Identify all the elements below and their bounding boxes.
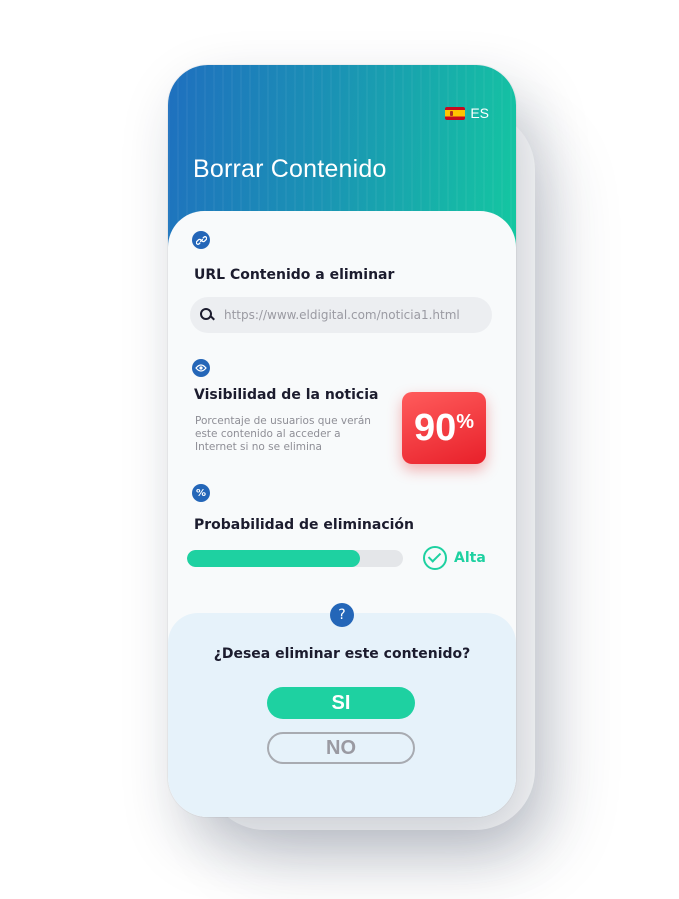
probability-progress-bar — [187, 550, 403, 567]
probability-section-label: Probabilidad de eliminación — [194, 517, 415, 533]
page-title: Borrar Contenido — [193, 155, 387, 183]
phone-frame: ES Borrar Contenido URL Contenido a elim… — [168, 65, 516, 817]
visibility-section-label: Visibilidad de la noticia — [194, 387, 379, 403]
question-icon: ? — [330, 603, 354, 627]
visibility-description: Porcentaje de usuarios que verán este co… — [195, 415, 371, 453]
percent-sign: % — [456, 410, 475, 433]
percent-icon: % — [192, 484, 210, 502]
visibility-percent-badge: 90% — [402, 392, 486, 464]
yes-button[interactable]: SI — [267, 687, 415, 719]
no-button[interactable]: NO — [267, 732, 415, 764]
language-selector[interactable]: ES — [445, 105, 489, 121]
language-label: ES — [470, 105, 489, 121]
search-icon — [200, 308, 215, 322]
url-section-label: URL Contenido a eliminar — [194, 267, 395, 283]
confirm-question: ¿Desea eliminar este contenido? — [213, 646, 471, 662]
probability-status-label: Alta — [454, 550, 486, 566]
check-circle-icon — [423, 546, 447, 570]
url-search-field[interactable] — [190, 297, 492, 333]
link-icon — [192, 231, 210, 249]
spain-flag-icon — [445, 106, 466, 120]
eye-icon — [192, 359, 210, 377]
url-input[interactable] — [222, 307, 492, 323]
visibility-percent-value: 90 — [413, 406, 457, 449]
probability-progress-fill — [187, 550, 360, 567]
probability-status: Alta — [423, 546, 486, 570]
